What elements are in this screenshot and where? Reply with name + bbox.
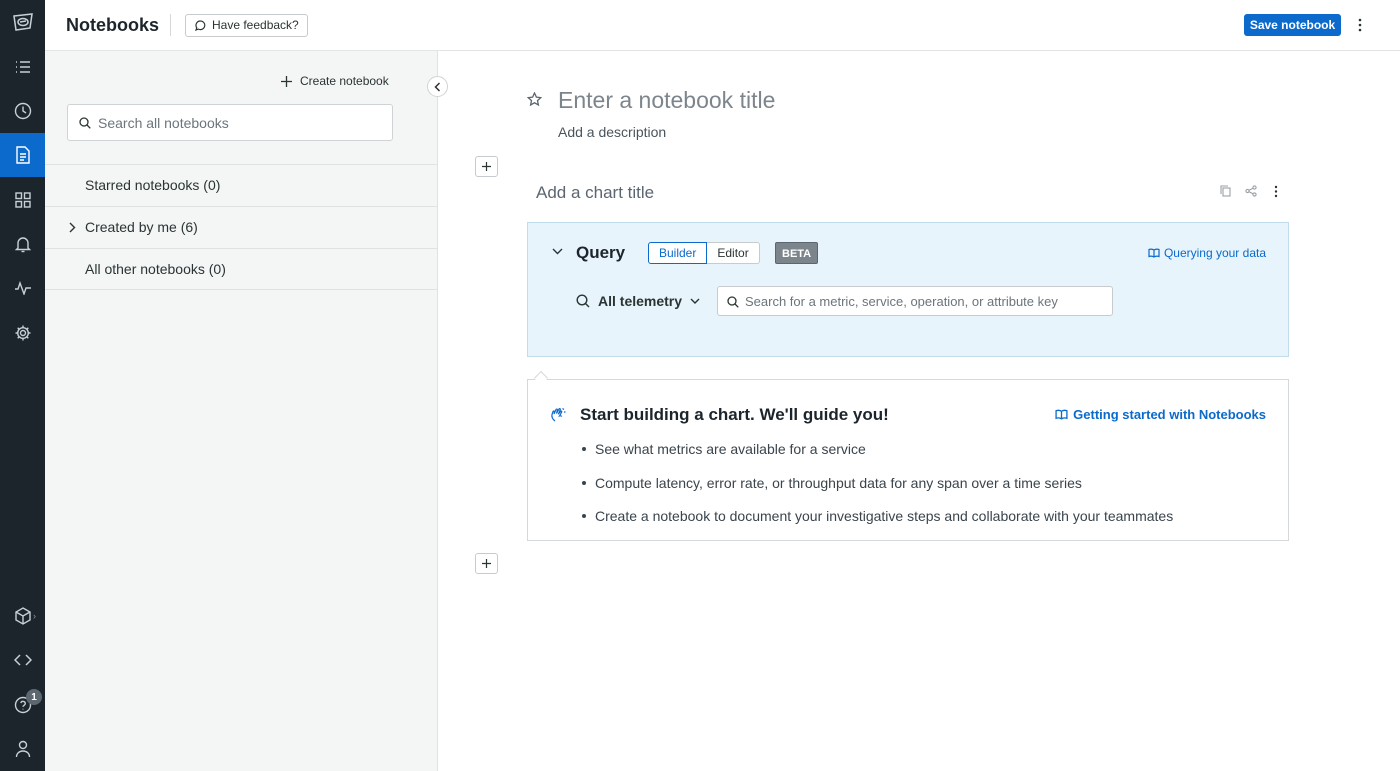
dashboard-grid-icon[interactable] — [0, 178, 45, 222]
list-item: See what metrics are available for a ser… — [582, 440, 1173, 474]
section-all-other-notebooks[interactable]: All other notebooks (0) — [45, 248, 437, 290]
cell-more-icon[interactable] — [1274, 185, 1278, 198]
more-options-icon[interactable] — [1358, 16, 1362, 32]
section-created-by-me[interactable]: Created by me (6) — [45, 206, 437, 248]
save-notebook-button[interactable]: Save notebook — [1244, 14, 1341, 36]
search-icon — [79, 117, 91, 129]
bell-icon[interactable] — [0, 222, 45, 266]
guide-list: See what metrics are available for a ser… — [582, 440, 1173, 541]
create-notebook-label: Create notebook — [300, 74, 389, 88]
book-icon — [1055, 409, 1068, 420]
divider — [170, 14, 171, 36]
metric-search-input[interactable] — [745, 287, 1105, 315]
builder-mode-button[interactable]: Builder — [648, 242, 708, 264]
section-starred-notebooks[interactable]: Starred notebooks (0) — [45, 164, 437, 206]
wave-hand-icon — [550, 407, 566, 423]
section-label: Starred notebooks (0) — [85, 177, 221, 193]
copy-icon[interactable] — [1220, 185, 1231, 197]
add-cell-button[interactable] — [475, 156, 498, 177]
metric-search — [717, 286, 1113, 316]
chevron-down-icon[interactable] — [552, 248, 563, 255]
gear-icon[interactable] — [0, 311, 45, 355]
section-label: All other notebooks (0) — [85, 261, 226, 277]
query-panel: Query Builder Editor BETA Querying your … — [527, 222, 1289, 357]
list-item: Create a notebook to document your inves… — [582, 507, 1173, 541]
editor-mode-button[interactable]: Editor — [707, 242, 760, 264]
getting-started-panel: Start building a chart. We'll guide you!… — [527, 379, 1289, 541]
user-icon[interactable] — [0, 727, 45, 771]
activity-icon[interactable] — [0, 266, 45, 310]
section-label: Created by me (6) — [85, 219, 198, 235]
beta-badge: BETA — [775, 242, 819, 264]
plus-icon — [281, 75, 292, 87]
guide-title: Start building a chart. We'll guide you! — [580, 405, 889, 424]
feedback-label: Have feedback? — [212, 18, 299, 32]
collapse-sidebar-button[interactable] — [427, 76, 448, 97]
notebooks-sidebar: Create notebook Starred notebooks (0) Cr… — [45, 51, 438, 771]
chart-title-input[interactable]: Add a chart title — [536, 183, 654, 203]
search-input[interactable] — [98, 105, 388, 140]
getting-started-link[interactable]: Getting started with Notebooks — [1055, 407, 1266, 422]
chevron-right-icon — [69, 222, 76, 233]
top-bar: Notebooks Have feedback? Save notebook — [45, 0, 1400, 51]
package-icon[interactable] — [0, 594, 45, 638]
comment-icon — [195, 20, 206, 31]
search-icon — [576, 294, 590, 308]
query-mode-toggle: Builder Editor — [648, 242, 760, 264]
clock-icon[interactable] — [0, 89, 45, 133]
nav-rail: › 1 — [0, 0, 45, 771]
notebook-title-input[interactable]: Enter a notebook title — [558, 87, 775, 114]
notebook-description-input[interactable]: Add a description — [558, 124, 666, 140]
notebook-icon[interactable] — [0, 133, 45, 177]
share-icon[interactable] — [1245, 185, 1257, 197]
code-icon[interactable] — [0, 638, 45, 682]
querying-your-data-link[interactable]: Querying your data — [1148, 246, 1266, 260]
notebook-search — [67, 104, 393, 141]
notification-badge: 1 — [26, 689, 42, 705]
search-icon — [727, 296, 739, 308]
list-icon[interactable] — [0, 45, 45, 89]
create-notebook-button[interactable]: Create notebook — [281, 74, 389, 88]
query-label: Query — [576, 243, 626, 262]
logo-icon[interactable] — [0, 0, 45, 44]
getting-started-label: Getting started with Notebooks — [1073, 407, 1266, 422]
page-title: Notebooks — [66, 15, 160, 35]
list-item: Compute latency, error rate, or throughp… — [582, 474, 1173, 508]
querying-link-label: Querying your data — [1163, 246, 1266, 260]
chevron-right-icon: › — [33, 611, 36, 621]
feedback-button[interactable]: Have feedback? — [185, 14, 308, 37]
book-icon — [1148, 248, 1160, 258]
telemetry-select-value: All telemetry — [598, 293, 683, 309]
telemetry-type-select[interactable]: All telemetry — [598, 293, 700, 309]
add-cell-button[interactable] — [475, 553, 498, 574]
star-icon[interactable] — [527, 92, 542, 107]
chevron-down-icon — [690, 298, 700, 304]
